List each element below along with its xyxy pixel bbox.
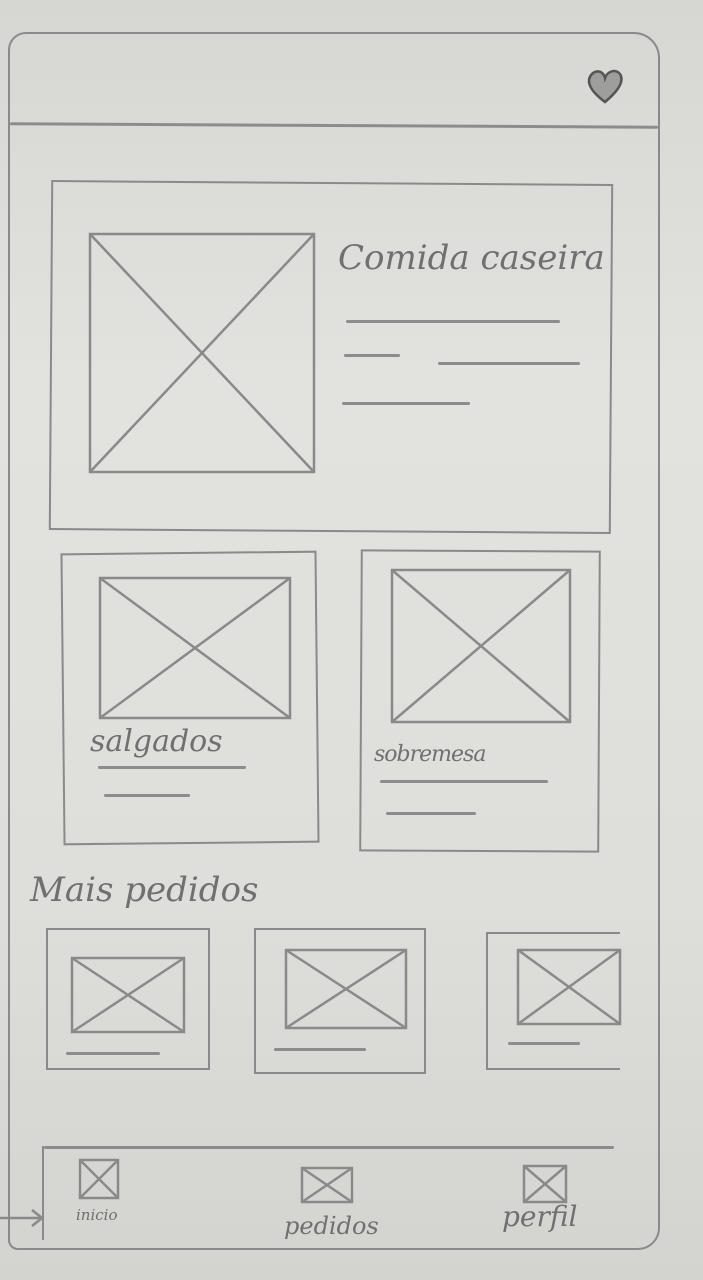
image-placeholder-icon bbox=[300, 1166, 354, 1204]
popular-item-text-line bbox=[66, 1052, 160, 1055]
nav-label: inicio bbox=[76, 1206, 118, 1224]
bottom-nav-divider bbox=[44, 1146, 614, 1149]
featured-title: Comida caseira bbox=[338, 238, 605, 278]
featured-text-line-3 bbox=[342, 402, 470, 405]
image-placeholder-icon bbox=[78, 1158, 120, 1200]
section-title-popular: Mais pedidos bbox=[30, 870, 259, 910]
popular-item-text-line bbox=[274, 1048, 366, 1051]
category-text-line-1 bbox=[380, 780, 548, 783]
image-placeholder-icon bbox=[522, 1164, 568, 1204]
featured-image-placeholder bbox=[88, 232, 316, 474]
nav-label: pedidos bbox=[284, 1212, 379, 1240]
category-label: salgados bbox=[90, 724, 223, 759]
popular-item-image-placeholder bbox=[284, 948, 408, 1030]
category-label: sobremesa bbox=[374, 742, 486, 767]
featured-text-line-2a bbox=[344, 354, 400, 357]
popular-item-image-placeholder bbox=[70, 956, 186, 1034]
nav-label: perfil bbox=[502, 1200, 578, 1233]
nav-item-perfil[interactable]: perfil bbox=[498, 1160, 608, 1240]
featured-text-line-1 bbox=[346, 320, 560, 323]
arrow-annotation-icon bbox=[0, 1209, 43, 1227]
featured-text-line-2b bbox=[438, 362, 580, 365]
nav-item-pedidos[interactable]: pedidos bbox=[278, 1164, 398, 1244]
category-image-placeholder bbox=[390, 568, 572, 724]
category-text-line-2 bbox=[386, 812, 476, 815]
heart-icon[interactable] bbox=[585, 66, 625, 106]
popular-item-image-placeholder bbox=[516, 948, 622, 1026]
category-image-placeholder bbox=[98, 576, 292, 720]
category-text-line-2 bbox=[104, 794, 190, 797]
popular-item-text-line bbox=[508, 1042, 580, 1045]
nav-item-inicio[interactable]: inicio bbox=[70, 1156, 140, 1228]
category-text-line-1 bbox=[98, 766, 246, 769]
